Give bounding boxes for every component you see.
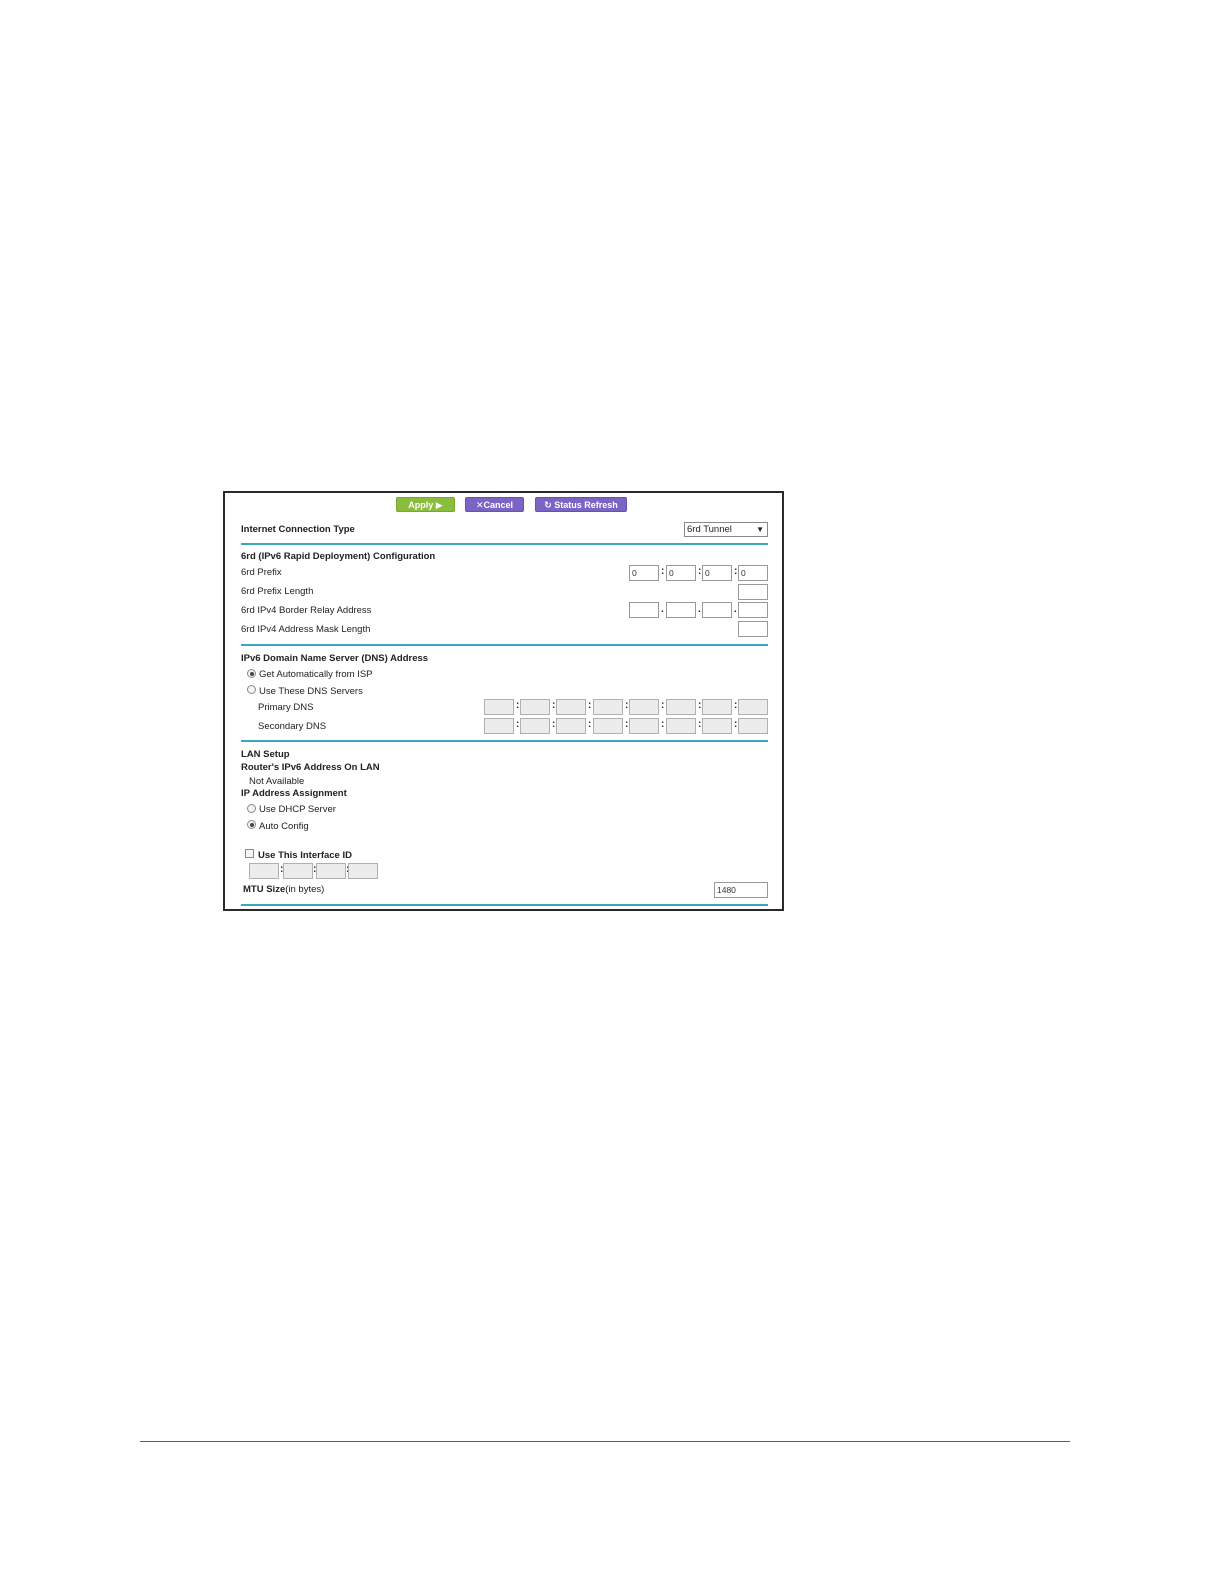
secondary-dns-field-5[interactable] — [629, 718, 659, 734]
prefix-field-2[interactable]: 0 — [666, 565, 696, 581]
primary-dns-field-5[interactable] — [629, 699, 659, 715]
border-relay-octet-1[interactable] — [629, 602, 659, 618]
primary-dns-label: Primary DNS — [258, 702, 314, 713]
border-relay-label: 6rd IPv4 Border Relay Address — [241, 605, 372, 616]
interface-id-label: Use This Interface ID — [258, 850, 352, 861]
colon-separator: : — [516, 700, 520, 711]
primary-dns-field-7[interactable] — [702, 699, 732, 715]
colon-separator: : — [625, 719, 629, 730]
primary-dns-field-1[interactable] — [484, 699, 514, 715]
primary-dns-field-3[interactable] — [556, 699, 586, 715]
ip-assignment-label: IP Address Assignment — [241, 788, 347, 799]
colon-separator: : — [552, 719, 556, 730]
interface-id-checkbox[interactable] — [245, 849, 254, 858]
router-address-label: Router's IPv6 Address On LAN — [241, 762, 380, 773]
dns-auto-label: Get Automatically from ISP — [259, 669, 373, 680]
colon-separator: : — [698, 566, 702, 577]
config-6rd-heading: 6rd (IPv6 Rapid Deployment) Configuratio… — [241, 551, 436, 562]
dns-heading: IPv6 Domain Name Server (DNS) Address — [241, 653, 429, 664]
secondary-dns-field-1[interactable] — [484, 718, 514, 734]
dropdown-arrow-icon: ▼ — [756, 525, 764, 534]
prefix-label: 6rd Prefix — [241, 567, 282, 578]
border-relay-octet-2[interactable] — [666, 602, 696, 618]
router-address-value: Not Available — [249, 776, 305, 787]
primary-dns-field-6[interactable] — [666, 699, 696, 715]
secondary-dns-field-4[interactable] — [593, 718, 623, 734]
dot-separator: . — [661, 604, 664, 615]
colon-separator: : — [734, 700, 738, 711]
auto-config-radio[interactable] — [247, 820, 256, 829]
dhcp-server-radio[interactable] — [247, 804, 256, 813]
primary-dns-field-2[interactable] — [520, 699, 550, 715]
mtu-size-input[interactable]: 1480 — [714, 882, 768, 898]
border-relay-octet-3[interactable] — [702, 602, 732, 618]
border-relay-octet-4[interactable] — [738, 602, 768, 618]
secondary-dns-field-3[interactable] — [556, 718, 586, 734]
colon-separator: : — [588, 700, 592, 711]
section-divider — [241, 543, 768, 545]
mtu-size-title: MTU Size — [243, 884, 286, 895]
dhcp-server-label: Use DHCP Server — [259, 804, 336, 815]
section-divider — [241, 644, 768, 646]
dns-manual-label: Use These DNS Servers — [259, 686, 363, 697]
prefix-length-input[interactable] — [738, 584, 768, 600]
primary-dns-field-8[interactable] — [738, 699, 768, 715]
mask-length-label: 6rd IPv4 Address Mask Length — [241, 624, 371, 635]
lan-setup-heading: LAN Setup — [241, 749, 290, 760]
apply-button[interactable]: Apply ▶ — [396, 497, 455, 512]
prefix-field-4[interactable]: 0 — [738, 565, 768, 581]
dns-manual-radio[interactable] — [247, 685, 256, 694]
colon-separator: : — [734, 719, 738, 730]
dns-auto-radio[interactable] — [247, 669, 256, 678]
dot-separator: . — [734, 604, 737, 615]
connection-type-select[interactable]: 6rd Tunnel ▼ — [684, 522, 768, 537]
mtu-size-label: MTU Size(in bytes) — [243, 884, 324, 895]
colon-separator: : — [698, 719, 702, 730]
secondary-dns-field-6[interactable] — [666, 718, 696, 734]
secondary-dns-field-8[interactable] — [738, 718, 768, 734]
page-footer-rule — [140, 1441, 1070, 1442]
section-divider — [241, 740, 768, 742]
colon-separator: : — [698, 700, 702, 711]
prefix-length-label: 6rd Prefix Length — [241, 586, 314, 597]
mtu-size-unit: (in bytes) — [285, 884, 325, 895]
prefix-field-1[interactable]: 0 — [629, 565, 659, 581]
colon-separator: : — [661, 700, 665, 711]
colon-separator: : — [588, 719, 592, 730]
connection-type-label: Internet Connection Type — [241, 524, 355, 535]
colon-separator: : — [552, 700, 556, 711]
colon-separator: : — [661, 719, 665, 730]
secondary-dns-field-7[interactable] — [702, 718, 732, 734]
prefix-field-3[interactable]: 0 — [702, 565, 732, 581]
colon-separator: : — [734, 566, 738, 577]
colon-separator: : — [661, 566, 665, 577]
section-divider — [241, 904, 768, 906]
cancel-button[interactable]: ✕Cancel — [465, 497, 524, 512]
colon-separator: : — [516, 719, 520, 730]
status-refresh-button[interactable]: ↻ Status Refresh — [535, 497, 627, 512]
ipv6-settings-panel: Apply ▶ ✕Cancel ↻ Status Refresh Interne… — [223, 491, 784, 911]
colon-separator: : — [625, 700, 629, 711]
interface-id-field-4[interactable] — [348, 863, 378, 879]
interface-id-field-3[interactable] — [316, 863, 346, 879]
mask-length-input[interactable] — [738, 621, 768, 637]
interface-id-field-1[interactable] — [249, 863, 279, 879]
secondary-dns-label: Secondary DNS — [258, 721, 327, 732]
connection-type-value: 6rd Tunnel — [687, 524, 732, 535]
auto-config-label: Auto Config — [259, 821, 309, 832]
dot-separator: . — [698, 604, 701, 615]
primary-dns-field-4[interactable] — [593, 699, 623, 715]
secondary-dns-field-2[interactable] — [520, 718, 550, 734]
interface-id-field-2[interactable] — [283, 863, 313, 879]
